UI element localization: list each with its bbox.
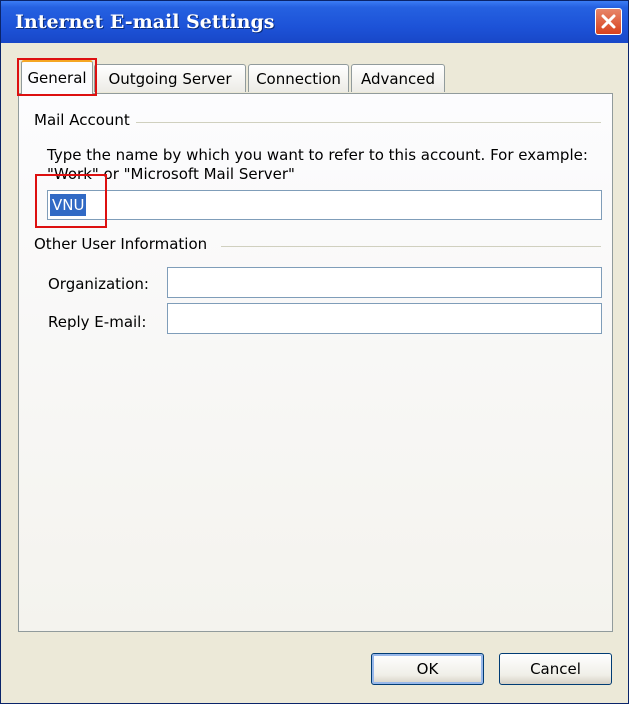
mail-account-divider — [136, 122, 601, 123]
close-icon — [601, 14, 616, 29]
tab-general[interactable]: General — [21, 60, 93, 94]
title-bar[interactable]: Internet E-mail Settings — [1, 1, 628, 43]
cancel-button[interactable]: Cancel — [499, 653, 612, 685]
reply-email-input[interactable] — [167, 303, 602, 334]
close-button[interactable] — [595, 8, 622, 35]
account-name-description: Type the name by which you want to refer… — [47, 146, 588, 183]
tab-outgoing-server[interactable]: Outgoing Server — [94, 64, 246, 92]
other-user-info-group-label: Other User Information — [34, 235, 208, 253]
ok-button[interactable]: OK — [371, 653, 484, 685]
mail-account-group-label: Mail Account — [34, 111, 130, 129]
tab-advanced[interactable]: Advanced — [351, 64, 445, 92]
dialog-window: Internet E-mail Settings General Outgoin… — [0, 0, 629, 704]
tab-connection[interactable]: Connection — [248, 64, 349, 92]
reply-email-label: Reply E-mail: — [48, 313, 147, 331]
account-name-highlight-box — [35, 174, 107, 228]
account-name-input[interactable] — [47, 190, 602, 220]
other-user-info-divider — [221, 246, 601, 247]
window-title: Internet E-mail Settings — [15, 11, 275, 33]
organization-input[interactable] — [167, 267, 602, 298]
organization-label: Organization: — [48, 275, 149, 293]
